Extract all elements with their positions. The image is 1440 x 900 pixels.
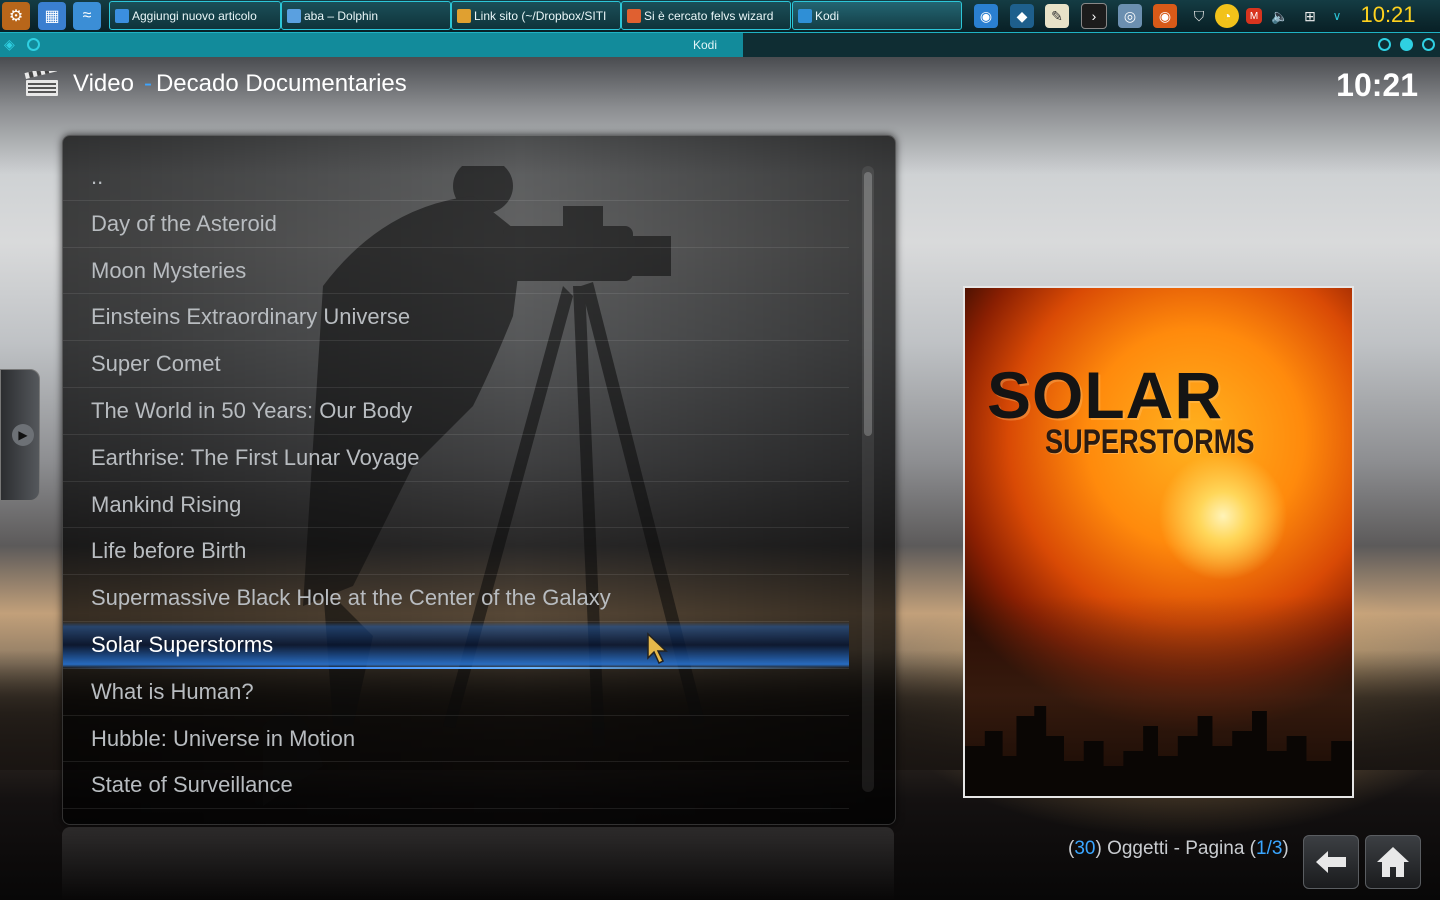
notes-icon: ✎ (1045, 4, 1069, 28)
tray-clock[interactable]: 10:21 (1352, 0, 1424, 32)
tray-network[interactable]: ⊞ (1296, 3, 1324, 29)
task-label: Link sito (~/Dropbox/SITI (474, 9, 607, 23)
tray-screenshot[interactable]: ◎ (1116, 3, 1144, 29)
kodi-tray-icon: ◆ (1010, 4, 1034, 28)
minimize-button[interactable] (1378, 38, 1391, 51)
list-item-parent-folder[interactable]: .. (63, 154, 849, 201)
list-item[interactable]: Moon Mysteries (63, 248, 849, 295)
poster-artwork: SOLAR SUPERSTORMS (963, 286, 1354, 798)
task-label: Aggiungi nuovo articolo (132, 9, 257, 23)
tray-shield[interactable]: ⛉ (1187, 3, 1211, 29)
mouse-cursor-icon (647, 632, 668, 665)
items-label: ) Oggetti - Pagina ( (1095, 838, 1256, 859)
list-item[interactable]: Solar Superstorms (63, 621, 849, 669)
tray-kodi[interactable]: ◆ (1008, 3, 1036, 29)
file-list-panel: .. Day of the Asteroid Moon Mysteries Einst… (62, 135, 896, 825)
window-title: Kodi (692, 38, 718, 52)
desktop-icon[interactable]: ▦ (38, 2, 66, 30)
task-label: Kodi (815, 9, 840, 23)
chevron-down-icon: ∨ (1332, 9, 1342, 23)
clapperboard-icon (24, 71, 58, 96)
list-item[interactable]: Earthrise: The First Lunar Voyage (63, 435, 849, 482)
alarm-icon: ◔ (1215, 4, 1239, 28)
task-label: aba – Dolphin (304, 9, 379, 23)
tray-clock-app[interactable]: ◔ (1215, 3, 1239, 29)
speaker-icon: 🔈 (1271, 7, 1289, 24)
eye-icon: ◉ (1153, 4, 1177, 28)
maximize-button[interactable] (1400, 38, 1413, 51)
pin-icon[interactable] (27, 38, 40, 51)
window-titlebar[interactable]: ◈ Kodi (0, 33, 1440, 57)
poster-title-solar: SOLAR (987, 358, 1223, 432)
tray-terminal[interactable]: › (1080, 3, 1108, 29)
task-browser-search[interactable]: Si è cercato felvs wizard (621, 1, 791, 30)
network-icon: ⊞ (1304, 7, 1316, 24)
side-menu-tab[interactable]: ▶ (0, 369, 40, 501)
list-item[interactable]: Supermassive Black Hole at the Center of… (63, 575, 849, 622)
taskbar: ⚙ ▦ ≈ Aggiungi nuovo articolo aba – Dolp… (0, 0, 1440, 33)
globe-icon: ◉ (974, 4, 998, 28)
list-item[interactable]: Mankind Rising (63, 482, 849, 529)
poster-title-superstorms: SUPERSTORMS (1045, 423, 1255, 461)
folder-label: Decado Documentaries (155, 70, 407, 97)
list-scrollbar[interactable] (862, 166, 874, 792)
tray-network-globe[interactable]: ◉ (972, 3, 1000, 29)
app-menu-icon[interactable]: ⚙ (2, 2, 30, 30)
page-number: 1/3 (1256, 838, 1283, 859)
task-editor-link[interactable]: Link sito (~/Dropbox/SITI (451, 1, 621, 30)
window-menu-icon[interactable]: ◈ (4, 36, 15, 53)
list-item[interactable]: State of Surveillance (63, 762, 849, 810)
task-kodi[interactable]: Kodi (792, 1, 962, 30)
tray-notes[interactable]: ✎ (1043, 3, 1071, 29)
kodi-icon (798, 9, 812, 23)
list-item[interactable]: What is Human? (63, 669, 849, 716)
firefox-icon (627, 9, 641, 23)
dolphin-icon (287, 9, 301, 23)
browser-icon (115, 9, 129, 23)
terminal-icon: › (1081, 3, 1107, 29)
list-item[interactable]: The World in 50 Years: Our Body (63, 388, 849, 435)
poster-city-skyline (965, 706, 1352, 796)
items-page-info: (30) Oggetti - Pagina (1/3) (1068, 838, 1289, 860)
kodi-window: Video - Decado Documentaries 10:21 ▶ .. Day… (0, 57, 1440, 900)
task-label: Si è cercato felvs wizard (644, 9, 774, 23)
chevron-right-icon: ▶ (12, 424, 34, 446)
scrollbar-thumb[interactable] (864, 172, 872, 436)
tray-mail[interactable]: M (1243, 3, 1265, 29)
page-title: Video - Decado Documentaries (73, 69, 407, 99)
list-item[interactable]: Life before Birth (63, 528, 849, 576)
close-paren: ) (1282, 838, 1289, 859)
kodi-clock: 10:21 (1336, 67, 1418, 103)
task-dolphin[interactable]: aba – Dolphin (281, 1, 451, 30)
list-item[interactable]: Day of the Asteroid (63, 201, 849, 248)
tray-expand[interactable]: ∨ (1328, 3, 1346, 29)
section-label: Video (73, 70, 134, 97)
editor-icon (457, 9, 471, 23)
close-button[interactable] (1422, 38, 1435, 51)
panel-reflection (62, 827, 894, 900)
list-item[interactable]: Hubble: Universe in Motion (63, 716, 849, 763)
title-separator: - (143, 70, 152, 97)
back-button[interactable] (1303, 835, 1359, 889)
file-list: .. Day of the Asteroid Moon Mysteries Einst… (63, 154, 849, 810)
back-arrow-icon (1316, 851, 1346, 873)
tray-volume[interactable]: 🔈 (1268, 3, 1292, 29)
tray-eye[interactable]: ◉ (1151, 3, 1179, 29)
list-item[interactable]: Einsteins Extraordinary Universe (63, 294, 849, 342)
item-count: 30 (1074, 838, 1096, 859)
camera-icon: ◎ (1118, 4, 1142, 28)
shield-icon: ⛉ (1193, 7, 1205, 24)
list-item[interactable]: Super Comet (63, 341, 849, 388)
task-browser-article[interactable]: Aggiungi nuovo articolo (109, 1, 281, 30)
dolphin-launcher-icon[interactable]: ≈ (73, 2, 101, 30)
gmail-icon: M (1246, 8, 1262, 24)
home-button[interactable] (1365, 835, 1421, 889)
home-icon (1377, 847, 1409, 877)
